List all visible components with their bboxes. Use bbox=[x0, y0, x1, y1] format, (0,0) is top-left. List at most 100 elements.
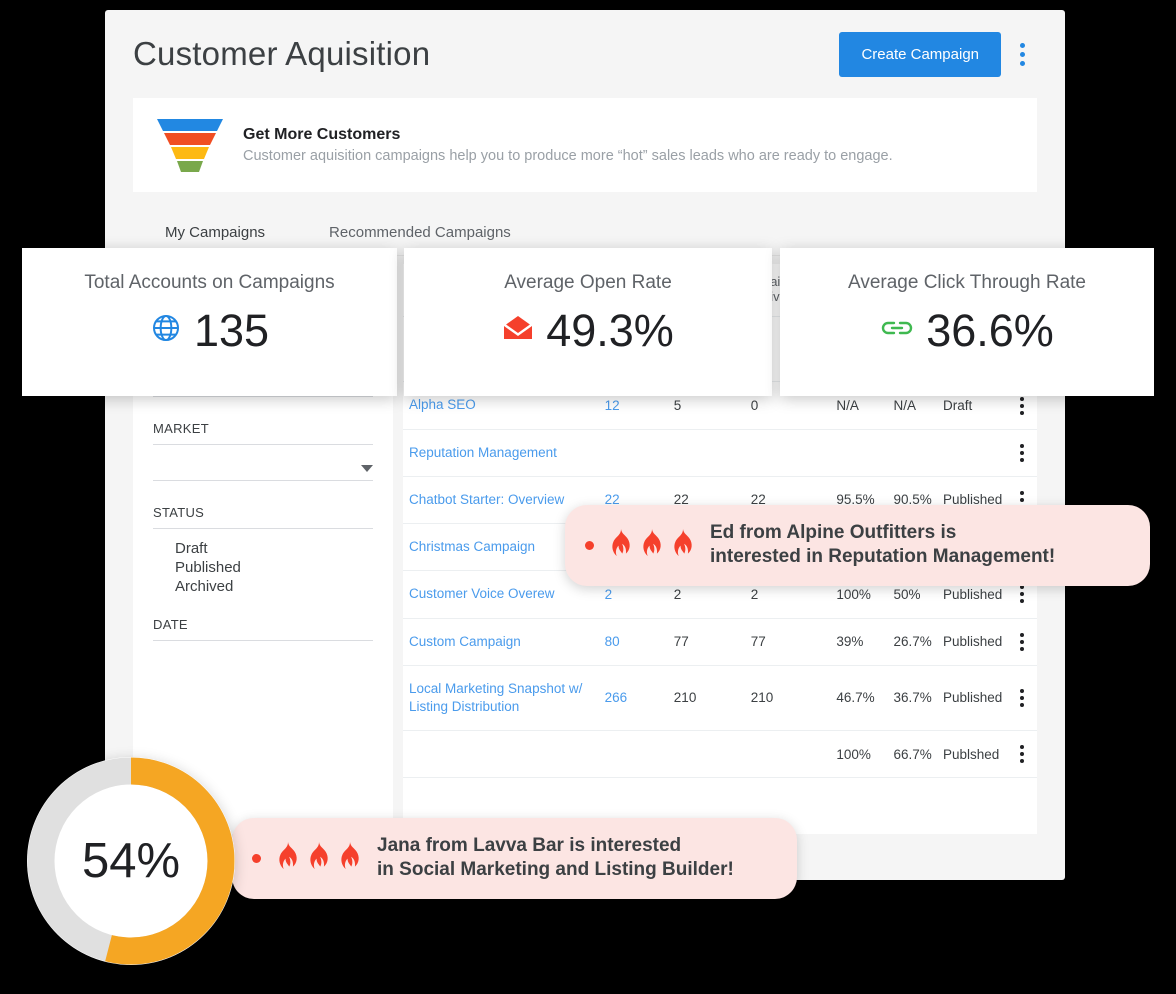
kpi-value-row: 49.3% bbox=[502, 308, 674, 353]
row-kebab-menu-icon[interactable] bbox=[1014, 585, 1029, 604]
open-envelope-icon bbox=[502, 315, 534, 346]
cell-open-rate: 46.7% bbox=[830, 665, 888, 732]
app-window: Customer Aquisition Create Campaign Get … bbox=[105, 10, 1065, 880]
kpi-number: 135 bbox=[193, 305, 270, 356]
table-row[interactable]: Custom Campaign 80 77 77 39% 26.7% Published bbox=[403, 618, 1037, 666]
status-option-list: Draft Published Archived bbox=[153, 529, 373, 603]
page-title: Customer Aquisition bbox=[133, 35, 431, 72]
cell-active-accounts: 210 bbox=[667, 665, 745, 732]
cell-emails-delivered: 77 bbox=[744, 618, 831, 666]
link-icon bbox=[880, 318, 914, 343]
toast-message: Jana from Lavva Bar is interested in Soc… bbox=[377, 835, 734, 881]
table-row[interactable]: 100% 66.7% Publshed bbox=[403, 730, 1037, 779]
filter-label-market: MARKET bbox=[153, 421, 209, 436]
cell-open-rate bbox=[830, 429, 888, 477]
kpi-value-row: 135 bbox=[150, 308, 269, 353]
toast-message: Ed from Alpine Outfitters is interested … bbox=[710, 522, 1056, 568]
kebab-menu-icon[interactable] bbox=[1007, 37, 1037, 72]
row-kebab-menu-icon[interactable] bbox=[1014, 745, 1029, 764]
table-row[interactable]: Local Marketing Snapshot w/ Listing Dist… bbox=[403, 665, 1037, 732]
filter-label-date: DATE bbox=[153, 616, 188, 632]
filter-group-status: STATUS Draft Published Archived bbox=[153, 505, 373, 603]
table-row[interactable]: Reputation Management bbox=[403, 429, 1037, 477]
cell-active-accounts bbox=[667, 730, 745, 779]
row-kebab-menu-icon[interactable] bbox=[1014, 632, 1029, 651]
filter-group-date: DATE bbox=[153, 617, 373, 675]
cell-actions bbox=[1008, 730, 1037, 779]
chevron-down-icon[interactable] bbox=[361, 465, 373, 472]
cell-ctor: 66.7% bbox=[887, 730, 937, 779]
cell-name: Reputation Management bbox=[403, 429, 599, 477]
promo-title: Get More Customers bbox=[243, 126, 401, 143]
kpi-card-average-open-rate: Average Open Rate 49.3% bbox=[404, 248, 772, 396]
cell-ctor bbox=[887, 429, 937, 477]
campaign-name-link[interactable]: Alpha SEO bbox=[409, 396, 593, 414]
kpi-card-total-accounts: Total Accounts on Campaigns 135 bbox=[22, 248, 397, 396]
globe-icon bbox=[150, 312, 182, 349]
cell-active-accounts bbox=[667, 429, 745, 477]
flame-icons bbox=[606, 529, 698, 561]
cell-name bbox=[403, 730, 599, 779]
status-option-published[interactable]: Published bbox=[175, 558, 373, 577]
campaign-name-link[interactable]: Reputation Management bbox=[409, 444, 593, 462]
flame-icon bbox=[341, 842, 359, 870]
cell-open-rate: 100% bbox=[830, 730, 888, 779]
market-select[interactable] bbox=[153, 445, 373, 480]
cell-emails-delivered bbox=[744, 429, 831, 477]
flame-icon bbox=[279, 842, 297, 870]
cell-ctor: 36.7% bbox=[887, 665, 937, 732]
promo-banner: Get More Customers Customer aquisition c… bbox=[133, 98, 1037, 192]
status-option-draft[interactable]: Draft bbox=[175, 539, 373, 558]
cell-actions bbox=[1008, 665, 1037, 732]
cell-total-accounts[interactable] bbox=[598, 730, 668, 779]
kpi-label: Total Accounts on Campaigns bbox=[84, 272, 335, 293]
flame-icon bbox=[643, 529, 661, 557]
row-kebab-menu-icon[interactable] bbox=[1014, 443, 1029, 462]
campaign-name-link[interactable]: Customer Voice Overew bbox=[409, 585, 593, 603]
donut-value: 54% bbox=[81, 834, 181, 888]
flame-icon bbox=[612, 529, 630, 557]
promo-text: Get More Customers Customer aquisition c… bbox=[243, 126, 893, 164]
cell-total-accounts[interactable]: 80 bbox=[598, 618, 668, 666]
campaign-name-link[interactable]: Chatbot Starter: Overview bbox=[409, 491, 593, 509]
cell-open-rate: 39% bbox=[830, 618, 888, 666]
cell-ctor: 26.7% bbox=[887, 618, 937, 666]
status-option-archived[interactable]: Archived bbox=[175, 577, 373, 596]
funnel-icon bbox=[155, 117, 225, 173]
filter-label-status: STATUS bbox=[153, 505, 205, 520]
divider bbox=[153, 480, 373, 481]
row-kebab-menu-icon[interactable] bbox=[1014, 688, 1029, 707]
cell-total-accounts[interactable] bbox=[598, 429, 668, 477]
campaign-name-link[interactable]: Local Marketing Snapshot w/ Listing Dist… bbox=[409, 680, 593, 716]
app-header: Customer Aquisition Create Campaign bbox=[105, 10, 1065, 98]
status-dot-icon bbox=[252, 853, 261, 863]
kpi-label: Average Click Through Rate bbox=[848, 272, 1086, 293]
cell-name: Custom Campaign bbox=[403, 618, 599, 666]
cell-emails-delivered bbox=[744, 730, 831, 779]
notification-toast[interactable]: Jana from Lavva Bar is interested in Soc… bbox=[232, 818, 797, 899]
row-kebab-menu-icon[interactable] bbox=[1014, 396, 1029, 415]
header-actions: Create Campaign bbox=[839, 31, 1037, 77]
notification-toast[interactable]: Ed from Alpine Outfitters is interested … bbox=[565, 505, 1150, 586]
divider bbox=[153, 396, 373, 397]
cell-status bbox=[936, 429, 1009, 477]
kpi-card-average-ctr: Average Click Through Rate 36.6% bbox=[780, 248, 1154, 396]
campaign-name-link[interactable]: Custom Campaign bbox=[409, 633, 593, 651]
flame-icon bbox=[674, 529, 692, 557]
screen-root: Customer Aquisition Create Campaign Get … bbox=[0, 0, 1176, 994]
kpi-number: 49.3% bbox=[546, 305, 674, 356]
cell-name: Local Marketing Snapshot w/ Listing Dist… bbox=[403, 665, 599, 732]
cell-actions bbox=[1008, 618, 1037, 666]
cell-emails-delivered: 210 bbox=[744, 665, 831, 732]
cell-status: Published bbox=[936, 618, 1009, 666]
cell-actions bbox=[1008, 429, 1037, 477]
promo-subtitle: Customer aquisition campaigns help you t… bbox=[243, 148, 893, 164]
flame-icons bbox=[273, 842, 365, 874]
flame-icon bbox=[310, 842, 328, 870]
cell-total-accounts[interactable]: 266 bbox=[598, 665, 668, 732]
cell-active-accounts: 77 bbox=[667, 618, 745, 666]
filter-group-market: MARKET bbox=[153, 421, 373, 481]
cell-status: Published bbox=[936, 665, 1009, 732]
kpi-value-row: 36.6% bbox=[880, 308, 1054, 353]
create-campaign-button[interactable]: Create Campaign bbox=[839, 31, 1001, 77]
